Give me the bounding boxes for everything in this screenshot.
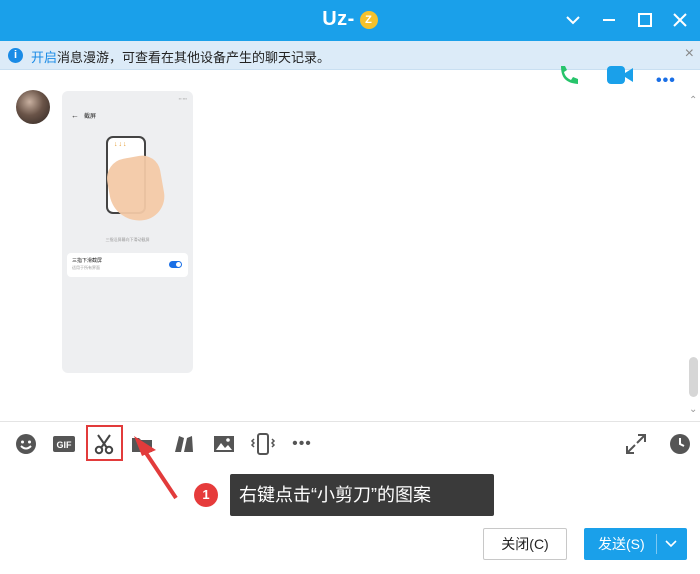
window-title: Uz- Z	[0, 8, 700, 31]
screenshot-title: 截屏	[84, 114, 97, 120]
setting-card: 三指下滑截屏 适用于所有界面	[67, 253, 188, 277]
video-call-icon[interactable]	[606, 62, 633, 88]
scrollbar-thumb[interactable]	[689, 357, 698, 397]
hand-illustration	[103, 152, 169, 226]
setting-card-title: 三指下滑截屏	[72, 258, 103, 264]
close-button[interactable]: 关闭(C)	[483, 528, 567, 560]
swipe-arrows-icon: ↓↓↓	[114, 141, 128, 148]
emoji-icon[interactable]	[14, 432, 38, 456]
gif-icon[interactable]: GIF	[52, 432, 76, 456]
send-button[interactable]: 发送(S)	[584, 528, 687, 560]
chevron-down-icon[interactable]	[563, 10, 583, 30]
svg-text:GIF: GIF	[57, 440, 73, 450]
minimize-icon[interactable]	[599, 10, 619, 30]
instruction-callout: 右键点击“小剪刀”的图案	[230, 474, 494, 516]
scroll-down-icon[interactable]: ⌄	[689, 404, 697, 415]
voice-call-icon[interactable]	[556, 62, 582, 88]
send-options-chevron-icon[interactable]	[664, 528, 678, 572]
avatar[interactable]	[16, 90, 50, 124]
status-bar: ▪▪ ▪▪▪	[178, 96, 187, 101]
more-options-icon[interactable]: •••	[656, 72, 676, 90]
image-icon[interactable]	[212, 432, 236, 456]
send-button-divider	[656, 534, 657, 554]
notice-message: 消息漫游，可查看在其他设备产生的聊天记录。	[57, 50, 331, 65]
scissors-icon[interactable]	[92, 432, 116, 456]
scroll-up-icon[interactable]: ⌃	[689, 95, 697, 106]
notice-text: 开启消息漫游，可查看在其他设备产生的聊天记录。	[31, 47, 330, 66]
setting-card-subtitle: 适用于所有界面	[72, 265, 100, 270]
title-bar: Uz- Z	[0, 0, 700, 41]
expand-icon[interactable]	[624, 432, 648, 456]
maximize-icon[interactable]	[635, 10, 655, 30]
back-arrow-icon: ←	[71, 111, 79, 120]
message-image[interactable]: ▪▪ ▪▪▪ ← 截屏 ↓↓↓ 三指沿屏幕向下滑动截屏 三指下滑截屏 适用于所有…	[62, 91, 193, 373]
input-toolbar: GIF •••	[0, 421, 700, 465]
screenshot-caption: 三指沿屏幕向下滑动截屏	[105, 237, 150, 242]
info-icon: i	[8, 48, 23, 63]
toggle-switch	[169, 261, 182, 268]
more-icon[interactable]: •••	[290, 432, 314, 456]
contact-name: Uz-	[322, 8, 355, 30]
notice-close-icon[interactable]: ×	[685, 45, 694, 63]
history-icon[interactable]	[668, 432, 692, 456]
roaming-notice-bar: i 开启消息漫游，可查看在其他设备产生的聊天记录。 ×	[0, 41, 700, 70]
enable-roaming-link[interactable]: 开启	[31, 50, 57, 65]
chat-area: ••• ⌃ ⌄ ▪▪ ▪▪▪ ← 截屏 ↓↓↓ 三指沿屏幕向下滑动截屏 三指下滑…	[0, 66, 700, 420]
close-icon[interactable]	[670, 10, 690, 30]
pointer-arrow	[134, 436, 178, 500]
step-number-badge: 1	[194, 483, 218, 507]
send-button-label: 发送(S)	[598, 536, 645, 552]
vip-badge-icon: Z	[359, 11, 378, 29]
phone-vibrate-icon[interactable]	[250, 432, 276, 456]
